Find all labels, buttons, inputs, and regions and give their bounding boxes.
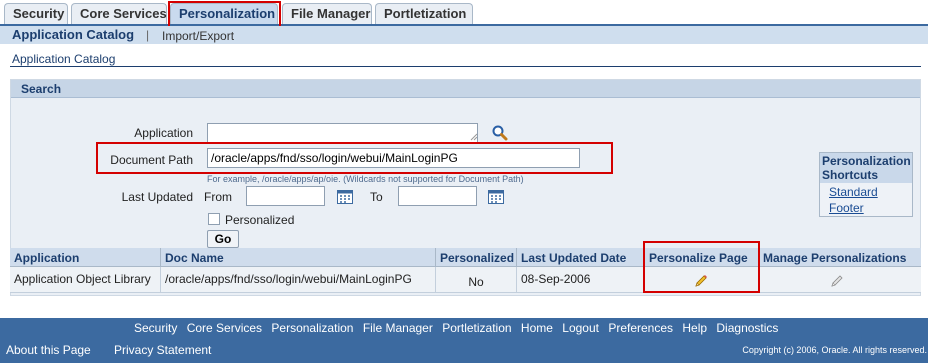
tab-file-manager[interactable]: File Manager <box>282 3 372 24</box>
tab-core-services[interactable]: Core Services <box>71 3 167 24</box>
application-field[interactable] <box>207 123 478 143</box>
col-doc-name[interactable]: Doc Name <box>161 248 436 266</box>
resize-grip-icon <box>470 133 478 141</box>
personalization-shortcuts: Personalization Shortcuts Standard Foote… <box>819 152 913 217</box>
pencil-icon[interactable] <box>693 273 709 289</box>
shortcut-standard-link[interactable]: Standard <box>829 185 878 199</box>
subtab-separator: | <box>146 28 150 42</box>
page-title: Application Catalog <box>12 52 116 66</box>
personalized-label: Personalized <box>225 213 295 227</box>
footer-link-core-services[interactable]: Core Services <box>187 321 262 335</box>
col-last-updated[interactable]: Last Updated Date <box>517 248 645 266</box>
copyright-text: Copyright (c) 2006, Oracle. All rights r… <box>742 345 927 355</box>
to-date-field[interactable] <box>398 186 477 206</box>
footer-bottom: About this Page Privacy Statement Copyri… <box>0 341 928 363</box>
subtab-bar: Application Catalog | Import/Export <box>0 26 928 44</box>
footer-link-personalization[interactable]: Personalization <box>271 321 353 335</box>
footer-link-security[interactable]: Security <box>134 321 177 335</box>
tab-security[interactable]: Security <box>4 3 68 24</box>
search-header-label: Search <box>21 82 62 96</box>
tab-portletization[interactable]: Portletization <box>375 3 473 24</box>
privacy-statement-link[interactable]: Privacy Statement <box>114 343 211 357</box>
footer-link-file-manager[interactable]: File Manager <box>363 321 433 335</box>
cell-manage-personalizations <box>759 267 921 292</box>
col-personalize-page: Personalize Page <box>645 248 759 266</box>
last-updated-label: Last Updated <box>121 190 193 204</box>
footer-link-preferences[interactable]: Preferences <box>608 321 673 335</box>
top-tab-bar: Security Core Services Personalization F… <box>0 0 928 26</box>
shortcuts-title: Personalization Shortcuts <box>820 153 912 183</box>
subtab-import-export[interactable]: Import/Export <box>162 29 234 43</box>
search-header: Search <box>11 80 920 98</box>
col-personalized[interactable]: Personalized <box>436 248 517 266</box>
footer-link-logout[interactable]: Logout <box>562 321 599 335</box>
footer-links: Security Core Services Personalization F… <box>134 321 784 335</box>
footer-link-help[interactable]: Help <box>682 321 707 335</box>
table-header-row: Application Doc Name Personalized Last U… <box>10 248 921 267</box>
about-page-link[interactable]: About this Page <box>6 343 91 357</box>
cell-application: Application Object Library <box>10 267 161 292</box>
footer-link-diagnostics[interactable]: Diagnostics <box>716 321 778 335</box>
footer-link-portletization[interactable]: Portletization <box>442 321 511 335</box>
cell-doc-name: /oracle/apps/fnd/sso/login/webui/MainLog… <box>161 267 436 292</box>
search-icon[interactable] <box>491 124 509 142</box>
footer-link-home[interactable]: Home <box>521 321 553 335</box>
go-button[interactable]: Go <box>207 230 239 248</box>
document-path-hint: For example, /oracle/apps/ap/oie. (Wildc… <box>207 174 524 184</box>
shortcut-footer-link[interactable]: Footer <box>829 201 864 215</box>
calendar-icon[interactable] <box>488 189 504 204</box>
from-date-field[interactable] <box>246 186 325 206</box>
table-row: Application Object Library /oracle/apps/… <box>10 267 921 293</box>
cell-personalized: No <box>436 267 517 292</box>
document-path-field[interactable] <box>207 148 580 168</box>
col-manage-personalizations: Manage Personalizations <box>763 251 907 265</box>
cell-personalize-page <box>645 267 759 292</box>
title-divider <box>10 66 921 67</box>
calendar-icon[interactable] <box>337 189 353 204</box>
col-application[interactable]: Application <box>10 248 161 266</box>
footer: Security Core Services Personalization F… <box>0 318 928 363</box>
pencil-icon[interactable] <box>829 273 845 289</box>
cell-last-updated: 08-Sep-2006 <box>517 267 645 292</box>
subtab-application-catalog[interactable]: Application Catalog <box>12 27 134 42</box>
personalized-checkbox[interactable] <box>208 213 220 225</box>
document-path-label: Document Path <box>110 153 193 167</box>
application-label: Application <box>134 126 193 140</box>
to-label: To <box>370 190 383 204</box>
tab-personalization[interactable]: Personalization <box>170 3 278 24</box>
from-label: From <box>204 190 232 204</box>
